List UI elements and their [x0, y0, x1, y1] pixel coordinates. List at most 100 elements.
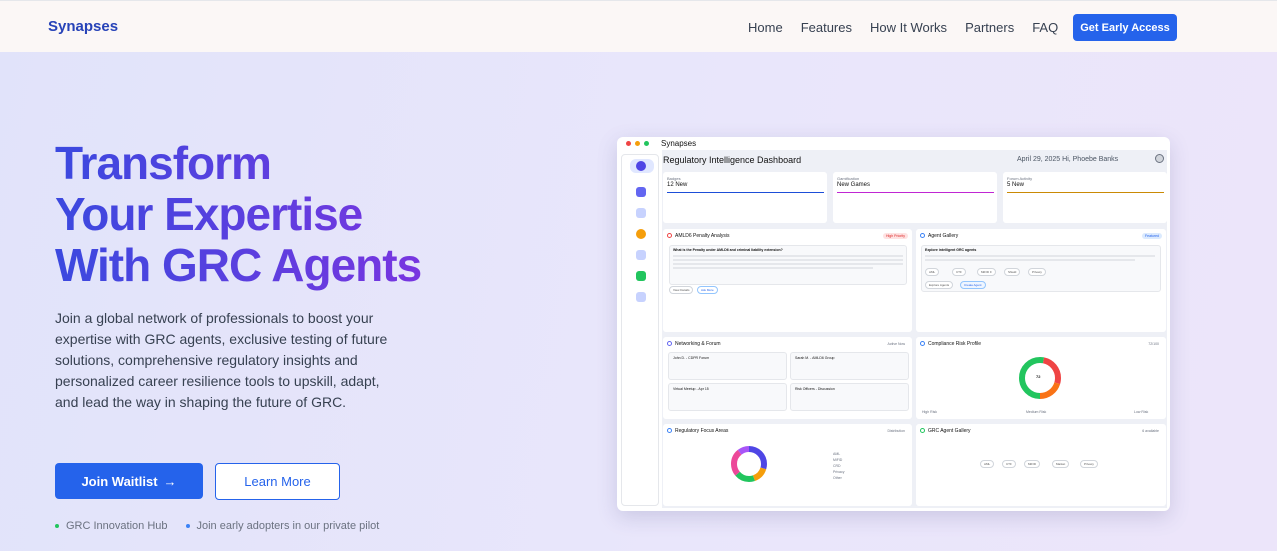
window-title: Synapses: [661, 139, 697, 148]
legend-high: High Risk: [922, 410, 937, 414]
hero-title-line-2: Your Expertise: [55, 189, 535, 240]
view-details-button[interactable]: View Details: [669, 286, 694, 294]
available-tag: 6 available: [1142, 429, 1159, 433]
chip-mifid[interactable]: MiFID II: [977, 268, 996, 276]
card-focus-areas: Regulatory Focus Areas Distribution AML …: [663, 424, 912, 506]
agent-chip[interactable]: Market: [1052, 460, 1070, 468]
nav-link-how-it-works[interactable]: How It Works: [870, 20, 947, 35]
document-icon: [636, 292, 646, 302]
avatar[interactable]: [1155, 154, 1164, 163]
risk-score: 72: [1036, 374, 1041, 379]
get-early-access-button[interactable]: Get Early Access: [1073, 14, 1177, 41]
brand-logo[interactable]: Synapses: [48, 18, 118, 35]
legend-medium: Medium Risk: [1026, 410, 1047, 414]
forum-item[interactable]: Sarah M. - AMLD6 Group: [790, 352, 909, 380]
hero-bullets: GRC Innovation Hub Join early adopters i…: [55, 520, 379, 532]
forum-item[interactable]: Virtual Meetup - Apr 15: [668, 383, 787, 411]
card-grc-agent-gallery: GRC Agent Gallery 6 available AML CTF Mi…: [916, 424, 1166, 506]
forum-item-text: Sarah M. - AMLD6 Group: [795, 356, 835, 360]
featured-badge: Featured: [1141, 233, 1162, 239]
card-title: AMLD6 Penalty Analysis: [675, 233, 730, 239]
card-title: Agent Gallery: [928, 233, 959, 239]
dashboard-sidebar: [621, 154, 659, 506]
stat-gamification: Gamification New Games: [833, 172, 997, 223]
focus-legend-item: AML: [833, 452, 841, 456]
nav-link-partners[interactable]: Partners: [965, 20, 1014, 35]
explore-agents-button[interactable]: Explore Agents: [925, 281, 954, 289]
forum-item-text: John D. - CDPR Forum: [673, 356, 710, 360]
agent-chip[interactable]: MiFID: [1024, 460, 1040, 468]
chip-shield[interactable]: Shield: [1004, 268, 1021, 276]
agent-chip[interactable]: AML: [980, 460, 995, 468]
message-icon: [636, 271, 646, 281]
question-box: What is the Penalty under AMLD6 and crim…: [669, 245, 907, 285]
nav-link-features[interactable]: Features: [801, 20, 852, 35]
hero-description: Join a global network of professionals t…: [55, 310, 388, 410]
grid-icon: [920, 428, 925, 433]
card-networking: Networking & Forum Active Now John D. - …: [663, 337, 912, 419]
stat-forum-activity: Forum Activity 5 New: [1003, 172, 1167, 223]
bullet-text: GRC Innovation Hub: [66, 520, 168, 532]
priority-badge: High Priority: [882, 233, 908, 239]
risk-score-tag: 72/100: [1148, 342, 1159, 346]
nav-links: Home Features How It Works Partners FAQ: [748, 20, 1076, 35]
card-aml-penalty: AMLD6 Penalty Analysis High Priority Wha…: [663, 229, 912, 332]
stat-label: Forum Activity: [1007, 176, 1033, 181]
stat-value: New Games: [837, 182, 871, 188]
stat-label: Gamification: [837, 176, 860, 181]
network-icon: [667, 341, 672, 346]
gallery-box: Explore intelligent GRC agents AML CTF M…: [921, 245, 1161, 292]
hero-title-line-1: Transform: [55, 138, 535, 189]
card-title: Compliance Risk Profile: [928, 341, 982, 347]
forum-item[interactable]: John D. - CDPR Forum: [668, 352, 787, 380]
dashboard-main: Regulatory Intelligence Dashboard April …: [662, 150, 1167, 508]
top-nav: Synapses Home Features How It Works Part…: [0, 0, 1277, 52]
forum-item[interactable]: Risk Officers - Discussion: [790, 383, 909, 411]
stat-value: 12 New: [667, 182, 688, 188]
card-title: Networking & Forum: [675, 341, 721, 347]
alert-icon: [667, 233, 672, 238]
stat-label: Badges: [667, 176, 681, 181]
ask-more-button[interactable]: Ask More: [697, 286, 718, 294]
card-risk-profile: Compliance Risk Profile 72/100 72 High R…: [916, 337, 1166, 419]
stat-badges: Badges 12 New: [663, 172, 827, 223]
window-titlebar: Synapses: [617, 137, 1170, 150]
agent-chip[interactable]: CTF: [1002, 460, 1016, 468]
bullet-innovation-hub: GRC Innovation Hub: [55, 520, 168, 532]
nav-link-faq[interactable]: FAQ: [1032, 20, 1058, 35]
bullet-text: Join early adopters in our private pilot: [196, 520, 380, 532]
dashboard-date-user: April 29, 2025 Hi, Phoebe Banks: [1017, 156, 1119, 163]
close-dot-icon: [626, 141, 631, 146]
card-title: GRC Agent Gallery: [928, 428, 971, 434]
hero-title-line-3: With GRC Agents: [55, 240, 535, 291]
target-icon: [667, 428, 672, 433]
create-agent-button[interactable]: Create Agent: [960, 281, 986, 289]
legend-low: Low Risk: [1134, 410, 1149, 414]
focus-legend-item: Privacy: [833, 470, 845, 474]
join-waitlist-button[interactable]: Join Waitlist →: [55, 463, 203, 499]
badge-icon: [636, 229, 646, 239]
card-agent-gallery: Agent Gallery Featured Explore intellige…: [916, 229, 1166, 332]
question-text: What is the Penalty under AMLD6 and crim…: [673, 248, 783, 252]
distribution-tag: Distribution: [887, 429, 905, 433]
chat-icon: [636, 187, 646, 197]
active-badge: Active Now: [887, 342, 905, 346]
card-title: Regulatory Focus Areas: [675, 428, 729, 434]
join-waitlist-label: Join Waitlist: [81, 473, 158, 489]
learn-more-button[interactable]: Learn More: [215, 463, 340, 500]
forum-item-text: Risk Officers - Discussion: [795, 387, 835, 391]
dashboard-preview: Synapses Regulatory Intelligence Dashboa…: [617, 137, 1170, 511]
chip-aml[interactable]: AML: [925, 268, 940, 276]
focus-donut-chart: [731, 446, 767, 482]
home-icon: [636, 161, 646, 171]
forum-item-text: Virtual Meetup - Apr 15: [673, 387, 709, 391]
nav-link-home[interactable]: Home: [748, 20, 783, 35]
chip-ctf[interactable]: CTF: [952, 268, 966, 276]
calendar-icon: [636, 250, 646, 260]
minimize-dot-icon: [635, 141, 640, 146]
focus-legend-item: CRD: [833, 464, 841, 468]
agent-chip[interactable]: Privacy: [1080, 460, 1098, 468]
users-icon: [636, 208, 646, 218]
gallery-icon: [920, 233, 925, 238]
chip-privacy[interactable]: Privacy: [1028, 268, 1046, 276]
